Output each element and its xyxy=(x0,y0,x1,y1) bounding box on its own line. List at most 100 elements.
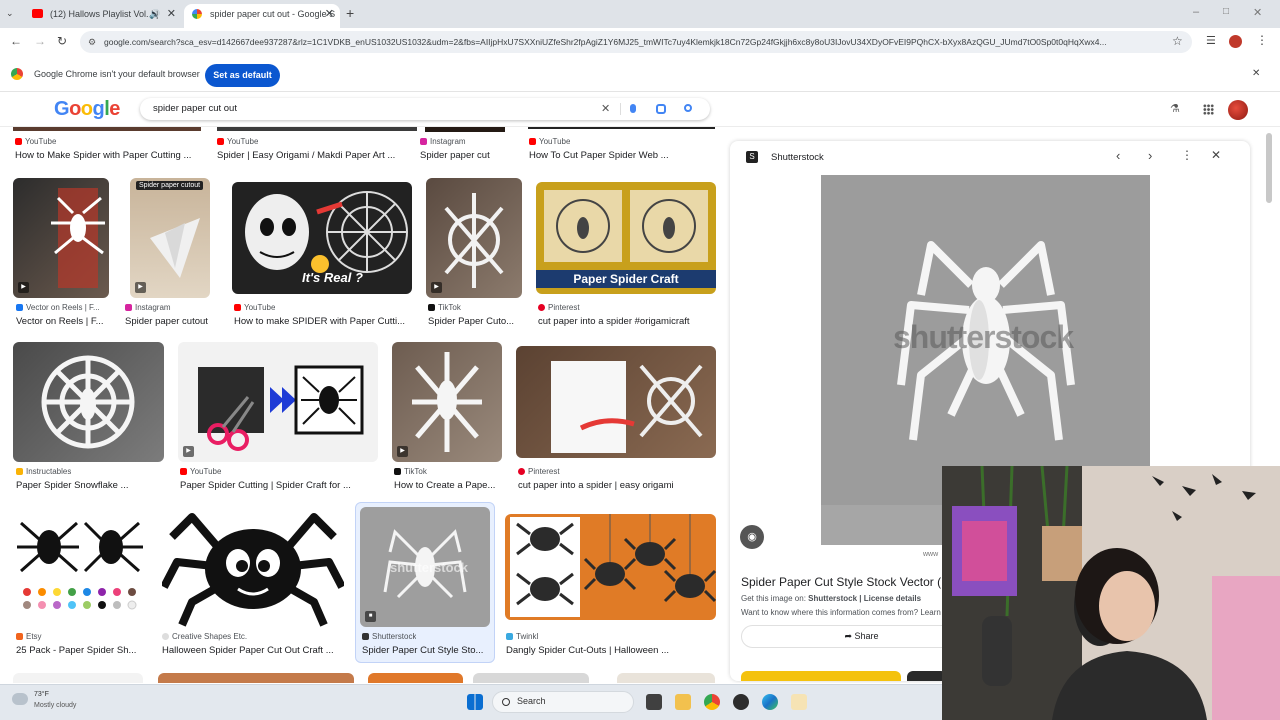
google-logo[interactable]: Google xyxy=(54,98,120,121)
tab-search-icon[interactable]: ⌄ xyxy=(6,8,14,19)
result-title[interactable]: How To Cut Paper Spider Web ... xyxy=(529,150,715,161)
panel-title[interactable]: Spider Paper Cut Style Stock Vector (R xyxy=(741,575,946,589)
result-title[interactable]: Spider Paper Cut Style Sto... xyxy=(362,645,490,656)
lens-icon[interactable] xyxy=(656,104,666,114)
instructables-icon xyxy=(16,468,23,475)
weather-icon[interactable] xyxy=(12,693,28,705)
preview-image[interactable]: shutterstock xyxy=(821,175,1150,505)
result-thumbnail[interactable] xyxy=(516,346,716,458)
result-thumbnail[interactable]: ▶ xyxy=(178,342,378,462)
result-thumbnail[interactable]: It's Real ? xyxy=(232,182,412,294)
infobar-close-icon[interactable]: ✕ xyxy=(1252,68,1260,79)
result-thumbnail[interactable]: ▶ xyxy=(13,178,109,298)
media-controls-icon[interactable]: ☰ xyxy=(1206,34,1216,47)
result-title[interactable]: Paper Spider Cutting | Spider Craft for … xyxy=(180,480,378,491)
result-title[interactable]: cut paper into a spider #origamicraft xyxy=(538,316,716,327)
paper-spider-image xyxy=(412,352,482,452)
set-default-button[interactable]: Set as default xyxy=(205,64,280,87)
result-thumbnail[interactable] xyxy=(505,514,716,620)
result-title[interactable]: 25 Pack - Paper Spider Sh... xyxy=(16,645,144,656)
page-scrollbar[interactable] xyxy=(1266,133,1272,203)
result-title[interactable]: How to Make Spider with Paper Cutting ..… xyxy=(15,150,205,161)
chrome-logo-icon xyxy=(11,68,23,80)
result-title[interactable]: How to make SPIDER with Paper Cutti... xyxy=(234,316,412,327)
get-image-line: Get this image on: Shutterstock | Licens… xyxy=(741,594,922,603)
video-icon: ▶ xyxy=(397,446,408,457)
result-thumbnail[interactable] xyxy=(162,507,344,627)
search-input[interactable]: spider paper cut out ✕ xyxy=(140,98,710,120)
next-image-icon[interactable]: › xyxy=(1148,148,1152,163)
window-close-icon[interactable]: ✕ xyxy=(1253,6,1262,19)
result-title[interactable]: Halloween Spider Paper Cut Out Craft ... xyxy=(162,645,344,656)
result-thumbnail[interactable] xyxy=(13,342,164,462)
address-bar[interactable]: ⚙ google.com/search?sca_esv=d142667dee93… xyxy=(80,31,1192,53)
back-icon[interactable]: ← xyxy=(10,34,22,48)
result-thumbnail[interactable]: ▶ xyxy=(392,342,502,462)
close-icon[interactable]: ✕ xyxy=(167,4,176,24)
thumb-overlay-text: It's Real ? xyxy=(302,270,363,285)
file-explorer-icon[interactable] xyxy=(675,694,691,710)
result-title[interactable]: Vector on Reels | F... xyxy=(16,316,108,327)
search-query: spider paper cut out xyxy=(153,103,237,114)
chrome-menu-icon[interactable]: ⋮ xyxy=(1256,33,1268,47)
result-source: YouTube xyxy=(529,137,570,146)
related-image[interactable] xyxy=(907,671,947,681)
tab-google-search[interactable]: spider paper cut out - Google S ✕ xyxy=(184,4,340,28)
result-thumbnail[interactable]: Paper Spider Craft xyxy=(536,182,716,294)
twinkl-icon xyxy=(506,633,513,640)
task-view-icon[interactable] xyxy=(646,694,662,710)
result-title[interactable]: Spider paper cutout xyxy=(125,316,225,327)
lens-search-button[interactable]: ◉ xyxy=(740,525,764,549)
close-panel-icon[interactable]: ✕ xyxy=(1211,148,1221,162)
learn-link[interactable]: Learn xyxy=(920,608,940,617)
speaker-icon[interactable]: 🔊 xyxy=(149,4,160,24)
webcam-image xyxy=(942,466,1280,720)
result-title[interactable]: Spider paper cut xyxy=(420,150,520,161)
result-title[interactable]: Dangly Spider Cut-Outs | Halloween ... xyxy=(506,645,711,656)
result-title[interactable]: Spider Paper Cuto... xyxy=(428,316,522,327)
result-title[interactable]: Spider | Easy Origami / Makdi Paper Art … xyxy=(217,150,413,161)
close-icon[interactable]: ✕ xyxy=(325,4,334,24)
previous-image-icon[interactable]: ‹ xyxy=(1116,148,1120,163)
paint-icon[interactable] xyxy=(791,694,807,710)
minimize-icon[interactable]: – xyxy=(1193,6,1199,18)
result-title[interactable]: cut paper into a spider | easy origami xyxy=(518,480,716,491)
maximize-icon[interactable]: □ xyxy=(1223,6,1229,17)
forward-icon[interactable]: → xyxy=(34,34,46,48)
result-thumbnail[interactable]: shutterstock ■ xyxy=(360,507,490,627)
panel-source[interactable]: Shutterstock xyxy=(771,152,824,163)
partial-thumb-row xyxy=(13,673,715,683)
app-icon[interactable] xyxy=(733,694,749,710)
youtube-icon xyxy=(32,9,43,18)
license-link[interactable]: Shutterstock | License details xyxy=(808,594,921,603)
more-options-icon[interactable]: ⋮ xyxy=(1181,148,1193,162)
site-info-icon[interactable]: ⚙ xyxy=(88,31,96,53)
result-title[interactable]: How to Create a Pape... xyxy=(394,480,502,491)
profile-avatar[interactable] xyxy=(1229,35,1242,48)
new-tab-icon[interactable]: + xyxy=(346,5,354,21)
reload-icon[interactable]: ↻ xyxy=(57,34,67,48)
bookmark-star-icon[interactable]: ☆ xyxy=(1172,34,1183,48)
tab-youtube[interactable]: (12) Hallows Playlist Vol. I | 🔊 ✕ xyxy=(24,4,182,28)
spider-image xyxy=(51,188,105,288)
clear-search-icon[interactable]: ✕ xyxy=(601,98,610,120)
account-avatar[interactable] xyxy=(1228,100,1248,120)
result-thumbnail[interactable] xyxy=(13,507,148,627)
taskbar-search[interactable]: Search xyxy=(492,691,634,713)
weather-temp[interactable]: 73°F xyxy=(34,691,49,698)
search-icon[interactable] xyxy=(684,104,692,112)
youtube-icon xyxy=(180,468,187,475)
result-thumbnail[interactable]: ▶ xyxy=(426,178,522,298)
chrome-icon[interactable] xyxy=(704,694,720,710)
result-source: Instagram xyxy=(420,137,466,146)
related-image[interactable] xyxy=(741,671,901,681)
apps-grid-icon[interactable] xyxy=(1203,104,1214,115)
edge-icon[interactable] xyxy=(762,694,778,710)
windows-start-icon[interactable] xyxy=(467,694,483,710)
result-title[interactable]: Paper Spider Snowflake ... xyxy=(16,480,164,491)
microphone-icon[interactable] xyxy=(630,104,636,113)
labs-icon[interactable]: ⚗ xyxy=(1170,102,1180,115)
tiktok-icon xyxy=(394,468,401,475)
tiktok-icon xyxy=(428,304,435,311)
result-thumbnail[interactable]: Spider paper cutout ▶ xyxy=(130,178,210,298)
